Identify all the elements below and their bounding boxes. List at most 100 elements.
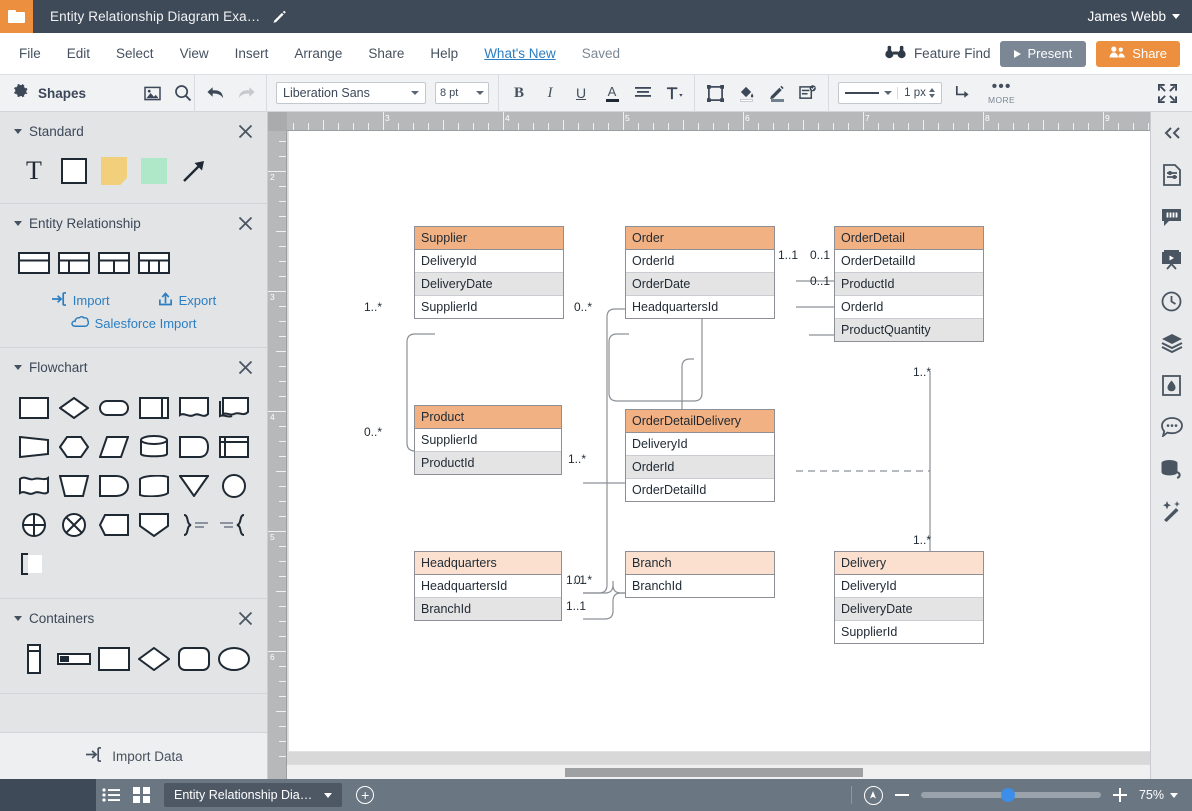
- add-page-icon[interactable]: +: [356, 786, 374, 804]
- section-flowchart-header[interactable]: Flowchart: [14, 360, 253, 375]
- connector-elbow-icon[interactable]: [951, 82, 973, 104]
- entity-attribute[interactable]: OrderId: [626, 456, 774, 479]
- ellipse-container[interactable]: [214, 640, 254, 677]
- entity-attribute[interactable]: OrderDetailId: [835, 250, 983, 273]
- feature-find-button[interactable]: Feature Find: [885, 45, 991, 62]
- entity-attribute[interactable]: DeliveryDate: [835, 598, 983, 621]
- diagram-page[interactable]: SupplierDeliveryIdDeliveryDateSupplierId…: [289, 131, 1151, 751]
- entity-attribute[interactable]: OrderId: [835, 296, 983, 319]
- underline-button[interactable]: U: [570, 82, 592, 104]
- menu-view[interactable]: View: [167, 33, 222, 75]
- er-import-link[interactable]: Import: [51, 292, 110, 309]
- align-icon[interactable]: [632, 82, 654, 104]
- rounded-container[interactable]: [174, 640, 214, 677]
- circle[interactable]: [214, 467, 254, 504]
- entity-orderdetail[interactable]: OrderDetailOrderDetailIdProductIdOrderId…: [834, 226, 984, 342]
- d-shape[interactable]: [94, 467, 134, 504]
- folder-icon[interactable]: [0, 0, 33, 33]
- x-circle[interactable]: [54, 506, 94, 543]
- card-shape[interactable]: [134, 467, 174, 504]
- multi-document[interactable]: [214, 389, 254, 426]
- entity-attribute[interactable]: ProductId: [415, 452, 561, 474]
- rectangle-shape[interactable]: [54, 155, 94, 187]
- entity-attribute[interactable]: SupplierId: [835, 621, 983, 643]
- spinner-icon[interactable]: [929, 88, 935, 98]
- cylinder[interactable]: [134, 428, 174, 465]
- terminator-pill[interactable]: [94, 389, 134, 426]
- layers-icon[interactable]: [1159, 330, 1185, 356]
- history-clock-icon[interactable]: [1159, 288, 1185, 314]
- horizontal-bar-container[interactable]: [54, 640, 94, 677]
- entity-attribute[interactable]: SupplierId: [415, 429, 561, 452]
- diamond-container[interactable]: [134, 640, 174, 677]
- entity-headquarters[interactable]: HeadquartersHeadquartersIdBranchId: [414, 551, 562, 621]
- close-icon[interactable]: [238, 216, 253, 231]
- entity-attribute[interactable]: BranchId: [626, 575, 774, 597]
- image-icon[interactable]: [141, 82, 163, 104]
- italic-button[interactable]: I: [539, 82, 561, 104]
- theme-drop-icon[interactable]: [1159, 372, 1185, 398]
- chat-bubble-icon[interactable]: [1159, 414, 1185, 440]
- pentagon-flat[interactable]: [94, 506, 134, 543]
- entity-attribute[interactable]: DeliveryId: [835, 575, 983, 598]
- shapes-panel-toggle[interactable]: Shapes: [0, 82, 194, 104]
- font-size-select[interactable]: 8 pt: [435, 82, 489, 104]
- user-menu[interactable]: James Webb: [1087, 9, 1180, 24]
- menu-select[interactable]: Select: [103, 33, 167, 75]
- sticky-shape[interactable]: [134, 155, 174, 187]
- hexagon[interactable]: [54, 428, 94, 465]
- font-family-select[interactable]: Liberation Sans: [276, 82, 426, 104]
- entity-orderdetaildelivery[interactable]: OrderDetailDeliveryDeliveryIdOrderIdOrde…: [625, 409, 775, 502]
- pencil-icon[interactable]: [272, 9, 287, 24]
- entity-attribute[interactable]: HeadquartersId: [415, 575, 561, 598]
- document-shape[interactable]: [174, 389, 214, 426]
- menu-file[interactable]: File: [6, 33, 54, 75]
- entity-supplier[interactable]: SupplierDeliveryIdDeliveryDateSupplierId: [414, 226, 564, 319]
- entity-delivery[interactable]: DeliveryDeliveryIdDeliveryDateSupplierId: [834, 551, 984, 644]
- horizontal-scroll-thumb[interactable]: [565, 768, 863, 777]
- entity-attribute[interactable]: ProductId: [835, 273, 983, 296]
- presentation-icon[interactable]: [1159, 246, 1185, 272]
- er-entity-1[interactable]: [14, 247, 54, 279]
- menu-whats-new[interactable]: What's New: [471, 33, 569, 75]
- search-icon[interactable]: [172, 82, 194, 104]
- collapse-chevrons-icon[interactable]: [1159, 120, 1185, 146]
- zoom-slider[interactable]: [921, 792, 1101, 798]
- entity-product[interactable]: ProductSupplierIdProductId: [414, 405, 562, 475]
- entity-attribute[interactable]: SupplierId: [415, 296, 563, 318]
- zoom-in-icon[interactable]: [1113, 788, 1127, 802]
- page-tab[interactable]: Entity Relationship Dia…: [164, 783, 342, 807]
- menu-share[interactable]: Share: [355, 33, 417, 75]
- bold-button[interactable]: B: [508, 82, 530, 104]
- er-entity-3[interactable]: [94, 247, 134, 279]
- menu-edit[interactable]: Edit: [54, 33, 103, 75]
- section-er-header[interactable]: Entity Relationship: [14, 216, 253, 231]
- zoom-out-icon[interactable]: [895, 794, 909, 797]
- triangle-down[interactable]: [174, 467, 214, 504]
- text-shape[interactable]: T: [14, 155, 54, 187]
- section-standard-header[interactable]: Standard: [14, 124, 253, 139]
- comment-quote-icon[interactable]: [1159, 204, 1185, 230]
- note-shape[interactable]: [94, 155, 134, 187]
- entity-attribute[interactable]: DeliveryId: [415, 250, 563, 273]
- section-containers-header[interactable]: Containers: [14, 611, 253, 626]
- zoom-level-menu[interactable]: 75%: [1139, 788, 1178, 802]
- brace-left[interactable]: [214, 506, 254, 543]
- parallelogram[interactable]: [94, 428, 134, 465]
- wave-document[interactable]: [14, 467, 54, 504]
- share-button[interactable]: Share: [1096, 41, 1180, 67]
- trapezoid-right[interactable]: [14, 428, 54, 465]
- close-icon[interactable]: [238, 360, 253, 375]
- line-style-control[interactable]: 1 px: [838, 82, 942, 104]
- fill-bucket-icon[interactable]: [735, 82, 757, 104]
- bracket-shape[interactable]: [14, 545, 54, 582]
- trapezoid[interactable]: [54, 467, 94, 504]
- list-view-icon[interactable]: [96, 779, 126, 811]
- undo-icon[interactable]: [204, 82, 226, 104]
- process-rect[interactable]: [14, 389, 54, 426]
- menu-help[interactable]: Help: [417, 33, 471, 75]
- document-properties-icon[interactable]: [1159, 162, 1185, 188]
- close-icon[interactable]: [238, 124, 253, 139]
- delay-shape[interactable]: [174, 428, 214, 465]
- menu-arrange[interactable]: Arrange: [281, 33, 355, 75]
